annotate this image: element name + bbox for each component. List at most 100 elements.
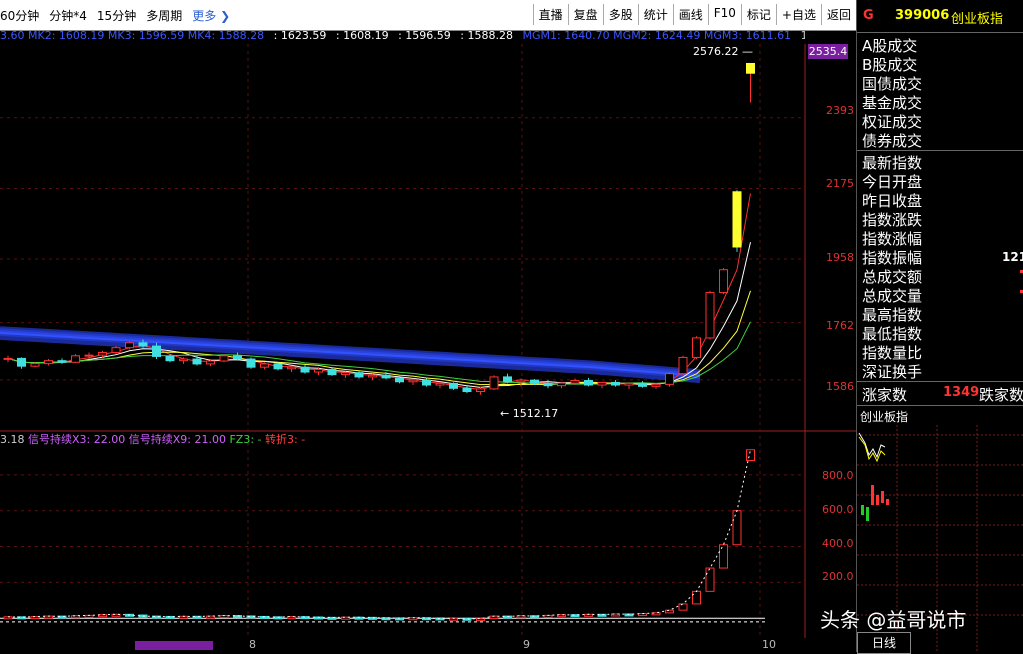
candle xyxy=(503,376,512,383)
indicator-bar xyxy=(530,615,539,619)
indicator-bar xyxy=(165,615,175,619)
ma-text-5: MGM1: 1640.70 MGM2: 1624.49 MGM3: 1611.6… xyxy=(522,29,792,42)
indicator-bar xyxy=(746,449,755,462)
volume-item: 基金成交 xyxy=(862,94,923,112)
date-scrollbar[interactable] xyxy=(135,641,213,650)
volume-item: 国债成交 xyxy=(862,75,923,93)
tab-multi-period[interactable]: 多周期 xyxy=(146,7,182,24)
candle xyxy=(314,368,323,373)
indicator-bar xyxy=(30,616,40,620)
candle xyxy=(611,381,620,386)
index-item: 深证换手 xyxy=(862,363,923,381)
ma-text-3: : 1596.59 xyxy=(398,29,451,42)
candle xyxy=(233,355,242,360)
index-item: 指数量比 xyxy=(862,344,923,362)
candle xyxy=(192,358,202,365)
candle xyxy=(341,372,350,376)
candle xyxy=(489,376,499,390)
index-item: 最高指数 xyxy=(862,306,923,324)
kline-chart[interactable] xyxy=(0,44,856,638)
indicator-bar xyxy=(678,603,688,611)
period-daily-button[interactable]: 日线 xyxy=(857,632,911,654)
candle xyxy=(584,379,593,386)
index-item: 总成交额 xyxy=(862,268,923,286)
review-button[interactable]: 复盘 xyxy=(567,4,603,25)
index-item: 昨日收盘 xyxy=(862,192,923,210)
index-name: 创业板指 xyxy=(951,12,1004,27)
indicator-bar xyxy=(705,567,715,592)
rise-label: 涨家数 xyxy=(862,386,908,404)
ma-text-1: : 1623.59 xyxy=(273,29,327,42)
volume-item: B股成交 xyxy=(862,56,918,74)
high-price-label: 2576.22 — xyxy=(693,45,753,58)
multi-stock-button[interactable]: 多股 xyxy=(602,4,638,25)
statistics-button[interactable]: 统计 xyxy=(637,4,673,25)
candle xyxy=(530,379,539,384)
indicator-bar xyxy=(732,510,742,546)
candle xyxy=(17,357,26,367)
volume-item: A股成交 xyxy=(862,37,918,55)
candle xyxy=(246,358,256,368)
price-tick: 1762 xyxy=(826,319,854,332)
candle xyxy=(273,363,283,370)
candle xyxy=(408,379,418,383)
f10-button[interactable]: F10 xyxy=(707,4,741,25)
indicator-tick: 400.0 xyxy=(822,537,854,550)
candle xyxy=(3,357,13,360)
tab-min4[interactable]: 分钟*4 xyxy=(49,7,87,24)
price-axis: 2393 2175 1958 1762 1586 800.0 600.0 400… xyxy=(806,0,856,640)
index-item: 指数涨幅 xyxy=(862,230,923,248)
chevron-right-icon: ❯ xyxy=(220,9,231,23)
candle xyxy=(381,374,391,379)
candle xyxy=(651,383,661,387)
indicator-bar xyxy=(719,544,728,569)
divider xyxy=(857,32,1023,33)
fall-label: 跌家数 xyxy=(979,386,1023,404)
candle xyxy=(557,382,566,387)
tab-15min[interactable]: 15分钟 xyxy=(97,7,136,24)
candle xyxy=(368,374,377,378)
divider xyxy=(857,150,1023,151)
quote-panel: G 399006 创业板指 A股成交 B股成交 国债成交 基金成交 权证成交 债… xyxy=(856,0,1023,654)
ind-text-4: 转折3: - xyxy=(265,433,306,446)
draw-line-button[interactable]: 画线 xyxy=(672,4,708,25)
ind-text-0: 3.18 xyxy=(0,433,28,446)
more-button[interactable]: 更多 ❯ xyxy=(192,7,230,24)
candle xyxy=(300,366,310,373)
ind-text-2: 信号持续X9: 21.00 xyxy=(128,433,230,446)
tab-60min[interactable]: 60分钟 xyxy=(0,7,39,24)
candle xyxy=(152,345,161,357)
live-button[interactable]: 直播 xyxy=(532,4,568,25)
candle xyxy=(395,377,404,383)
index-item: 最新指数 xyxy=(862,154,923,172)
candle xyxy=(570,379,580,384)
candle xyxy=(624,382,634,386)
price-tick: 2393 xyxy=(826,104,854,117)
mini-chart-title: 创业板指 xyxy=(860,410,909,424)
ind-text-3: FZ3: - xyxy=(229,433,265,446)
indicator-tick: 800.0 xyxy=(822,469,854,482)
candle xyxy=(719,269,728,293)
candle xyxy=(422,379,431,386)
mark-button[interactable]: 标记 xyxy=(740,4,776,25)
indicator-tick: 200.0 xyxy=(822,570,854,583)
low-price-label: ← 1512.17 xyxy=(500,407,559,420)
ma-text-6[interactable]: 1 ◇ xyxy=(801,29,805,42)
candle xyxy=(84,354,94,357)
index-code: 399006 xyxy=(895,8,950,23)
candle xyxy=(543,382,553,387)
candle xyxy=(692,337,701,358)
candle xyxy=(354,372,364,378)
index-item: 最低指数 xyxy=(862,325,923,343)
candle xyxy=(260,363,269,368)
ma-text-0: 3.60 MK2: 1608.19 MK3: 1596.59 MK4: 1588… xyxy=(0,29,265,42)
period-tabs: 60分钟 分钟*4 15分钟 多周期 更多 ❯ xyxy=(0,7,230,24)
ma-text-4: : 1588.28 xyxy=(460,29,513,42)
price-tick: 1958 xyxy=(826,251,854,264)
candle xyxy=(327,368,337,376)
candle xyxy=(462,387,472,393)
candle xyxy=(57,360,67,363)
top-toolbar: 60分钟 分钟*4 15分钟 多周期 更多 ❯ 直播 复盘 多股 统计 画线 F… xyxy=(0,0,856,31)
divider xyxy=(857,381,1023,382)
partial-value: 121 xyxy=(1002,250,1023,264)
